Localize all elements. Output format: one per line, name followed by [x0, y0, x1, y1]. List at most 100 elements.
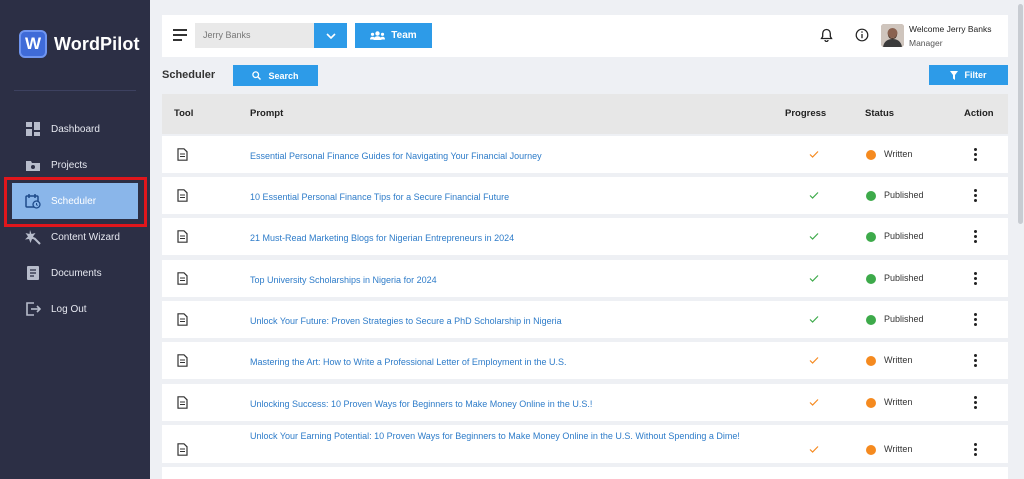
check-icon — [809, 316, 819, 323]
sidebar-item-documents[interactable]: Documents — [0, 255, 150, 291]
search-icon — [252, 71, 262, 80]
sidebar-item-label: Projects — [51, 159, 88, 171]
team-button[interactable]: Team — [355, 23, 432, 48]
menu-toggle-icon[interactable] — [173, 29, 187, 41]
projects-icon — [26, 161, 40, 171]
prompt-link[interactable]: Unlocking Success: 10 Proven Ways for Be… — [250, 397, 750, 411]
sidebar-item-scheduler[interactable]: Scheduler — [12, 183, 138, 219]
status-badge: Published — [884, 190, 924, 200]
status-dot — [866, 150, 876, 160]
user-role: Manager — [909, 38, 943, 48]
brand-name: WordPilot — [54, 33, 140, 54]
document-icon — [177, 443, 188, 456]
sidebar-item-label: Scheduler — [51, 195, 97, 207]
check-icon — [809, 446, 819, 453]
search-button[interactable]: Search — [233, 65, 318, 86]
sidebar-item-label: Content Wizard — [51, 231, 120, 243]
table-row: Essential Personal Finance Guides for Na… — [162, 136, 1008, 173]
status-badge: Written — [884, 149, 913, 159]
table-row — [162, 467, 1008, 479]
sidebar-item-label: Documents — [51, 267, 102, 279]
more-actions-icon[interactable] — [974, 230, 978, 243]
calendar-clock-icon — [25, 194, 41, 209]
sidebar-item-projects[interactable]: Projects — [0, 147, 150, 183]
sidebar-nav: Dashboard Projects Scheduler Content Wiz… — [0, 111, 150, 327]
status-badge: Written — [884, 444, 913, 454]
more-actions-icon[interactable] — [974, 272, 978, 285]
status-dot — [866, 398, 876, 408]
prompt-link[interactable]: Mastering the Art: How to Write a Profes… — [250, 355, 750, 369]
check-icon — [809, 233, 819, 240]
prompt-link[interactable]: Essential Personal Finance Guides for Na… — [250, 149, 750, 163]
sidebar-item-dashboard[interactable]: Dashboard — [0, 111, 150, 147]
dashboard-icon — [26, 122, 40, 136]
sidebar-item-content-wizard[interactable]: Content Wizard — [0, 219, 150, 255]
status-badge: Written — [884, 397, 913, 407]
sidebar-item-log-out[interactable]: Log Out — [0, 291, 150, 327]
status-dot — [866, 315, 876, 325]
bell-icon[interactable] — [820, 28, 833, 47]
document-icon — [177, 272, 188, 285]
team-button-label: Team — [391, 30, 417, 41]
table-row: Mastering the Art: How to Write a Profes… — [162, 342, 1008, 379]
prompt-link[interactable]: Unlock Your Earning Potential: 10 Proven… — [250, 429, 750, 443]
prompt-link[interactable]: 21 Must-Read Marketing Blogs for Nigeria… — [250, 231, 750, 245]
scrollbar-thumb[interactable] — [1018, 4, 1023, 224]
check-icon — [809, 192, 819, 199]
column-header-progress: Progress — [785, 108, 827, 119]
document-icon — [177, 396, 188, 409]
document-icon — [177, 230, 188, 243]
status-dot — [866, 356, 876, 366]
more-actions-icon[interactable] — [974, 354, 978, 367]
document-icon — [177, 313, 188, 326]
more-actions-icon[interactable] — [974, 443, 978, 456]
avatar[interactable] — [881, 24, 904, 47]
status-badge: Published — [884, 314, 924, 324]
logout-icon — [26, 302, 41, 316]
table-row: Unlock Your Earning Potential: 10 Proven… — [162, 425, 1008, 463]
check-icon — [809, 151, 819, 158]
info-icon[interactable] — [855, 28, 869, 47]
column-header-tool: Tool — [174, 108, 194, 119]
welcome-text: Welcome Jerry Banks — [909, 24, 992, 34]
table-row: Unlock Your Future: Proven Strategies to… — [162, 301, 1008, 338]
column-header-status: Status — [865, 108, 895, 119]
document-icon — [177, 354, 188, 367]
table-header: Tool Prompt Progress Status Action — [162, 94, 1008, 134]
chevron-down-icon[interactable] — [314, 23, 347, 48]
status-badge: Published — [884, 231, 924, 241]
status-dot — [866, 274, 876, 284]
logo[interactable]: W WordPilot — [19, 30, 140, 58]
prompt-link[interactable]: Unlock Your Future: Proven Strategies to… — [250, 314, 750, 328]
column-header-action: Action — [964, 108, 994, 119]
wizard-icon — [25, 230, 41, 245]
column-header-prompt: Prompt — [250, 108, 284, 119]
user-select-value: Jerry Banks — [203, 30, 251, 40]
filter-button[interactable]: Filter — [929, 65, 1008, 85]
more-actions-icon[interactable] — [974, 189, 978, 202]
sidebar-item-label: Log Out — [51, 303, 87, 315]
search-button-label: Search — [268, 70, 299, 81]
more-actions-icon[interactable] — [974, 313, 978, 326]
prompt-link[interactable]: 10 Essential Personal Finance Tips for a… — [250, 190, 750, 204]
check-icon — [809, 399, 819, 406]
status-badge: Written — [884, 355, 913, 365]
sidebar-divider — [14, 90, 136, 91]
sidebar: W WordPilot Dashboard Projects Scheduler… — [0, 0, 150, 479]
more-actions-icon[interactable] — [974, 148, 978, 161]
more-actions-icon[interactable] — [974, 396, 978, 409]
page-title: Scheduler — [162, 69, 216, 81]
document-icon — [177, 148, 188, 161]
top-bar: Jerry Banks Team Welcome Jerry Banks Man… — [162, 15, 1008, 57]
status-dot — [866, 445, 876, 455]
prompt-link[interactable]: Top University Scholarships in Nigeria f… — [250, 273, 750, 287]
users-icon — [370, 31, 386, 40]
table-row: Unlocking Success: 10 Proven Ways for Be… — [162, 384, 1008, 421]
status-dot — [866, 232, 876, 242]
status-dot — [866, 191, 876, 201]
user-select[interactable]: Jerry Banks — [195, 23, 347, 48]
status-badge: Published — [884, 273, 924, 283]
scrollbar[interactable] — [1016, 0, 1024, 479]
filter-button-label: Filter — [964, 70, 987, 80]
table-row: Top University Scholarships in Nigeria f… — [162, 260, 1008, 297]
